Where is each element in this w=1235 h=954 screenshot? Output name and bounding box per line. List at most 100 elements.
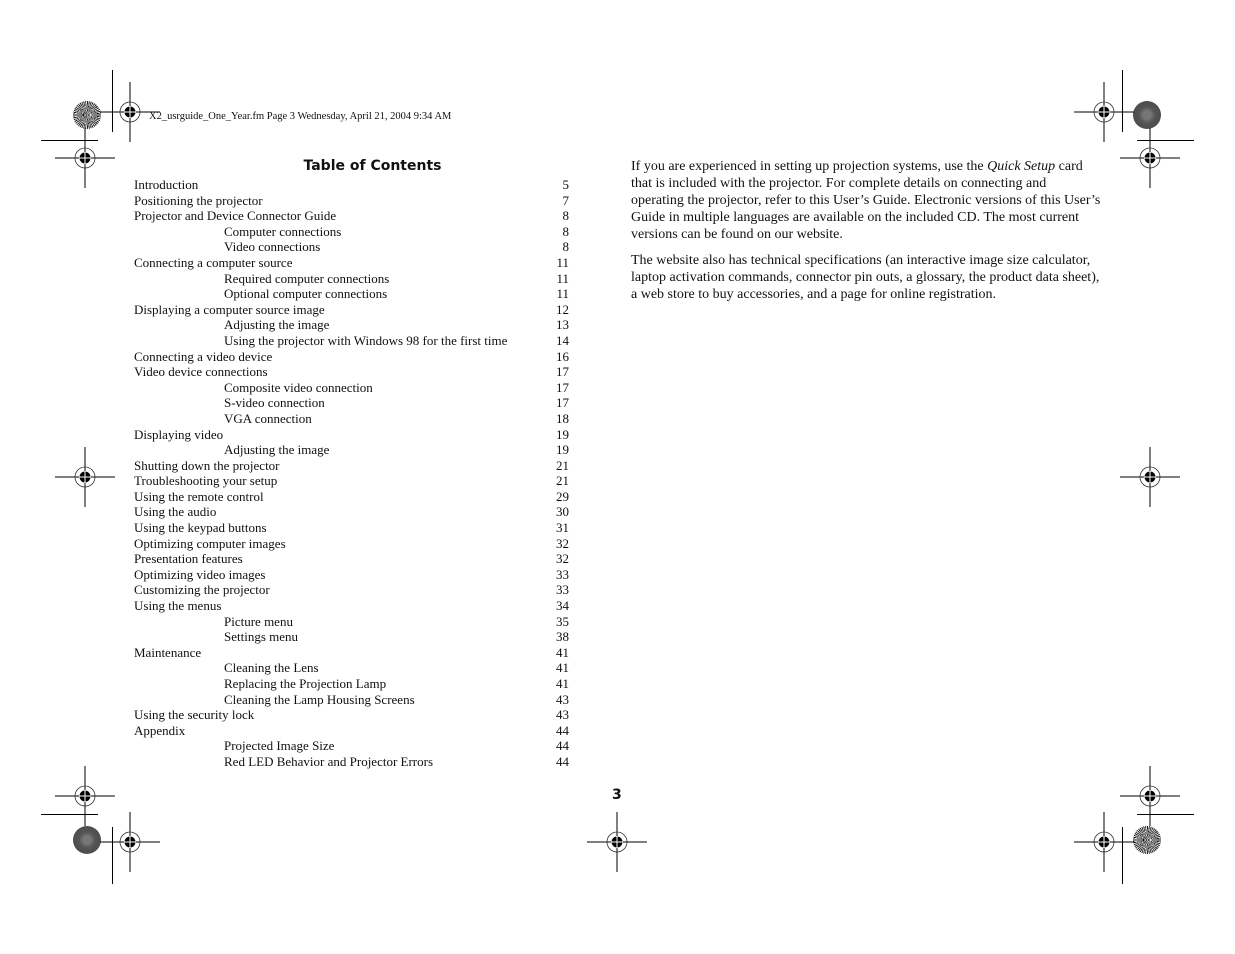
toc-entry[interactable]: Presentation features 32 — [134, 551, 574, 567]
toc-entry[interactable]: Connecting a video device 16 — [134, 349, 574, 365]
toc-entry-title: Adjusting the image — [224, 442, 330, 458]
toc-entry[interactable]: Troubleshooting your setup 21 — [134, 473, 574, 489]
toc-entry-page: 44 — [556, 753, 569, 769]
toc-entry-title: VGA connection — [224, 410, 312, 426]
toc-entry[interactable]: Video device connections 17 — [134, 364, 574, 380]
toc-entry-page: 41 — [556, 676, 569, 691]
toc-entry-page: 17 — [556, 395, 569, 411]
toc-entry[interactable]: Displaying video 19 — [134, 427, 574, 443]
toc-entry-title: Using the menus — [134, 598, 222, 614]
toc-entry[interactable]: Maintenance 41 — [134, 645, 574, 661]
toc-entry[interactable]: Positioning the projector 7 — [134, 193, 574, 209]
toc-entry-title: Using the projector with Windows 98 for … — [224, 332, 508, 348]
toc-entry-page: 31 — [556, 520, 569, 536]
quick-setup-reference: Quick Setup — [987, 159, 1056, 174]
toc-entry-title: Cleaning the Lamp Housing Screens — [224, 691, 415, 707]
toc-entry-title: Shutting down the projector — [134, 457, 280, 473]
toc-entry[interactable]: Replacing the Projection Lamp 41 — [134, 676, 574, 692]
toc-entry[interactable]: Optimizing computer images 32 — [134, 536, 574, 552]
toc-entry[interactable]: Using the menus 34 — [134, 598, 574, 614]
toc-entry-title: Connecting a video device — [134, 348, 273, 364]
toc-entry[interactable]: Composite video connection 17 — [134, 380, 574, 396]
toc-entry[interactable]: Optimizing video images 33 — [134, 567, 574, 583]
toc-entry-title: Replacing the Projection Lamp — [224, 676, 387, 691]
intro-paragraph-1: If you are experienced in setting up pro… — [631, 158, 1101, 243]
page-number: 3 — [612, 787, 622, 803]
toc-entry-page: 14 — [556, 332, 569, 348]
toc-entry[interactable]: Using the audio 30 — [134, 504, 574, 520]
file-slug-header: X2_usrguide_One_Year.fm Page 3 Wednesday… — [149, 111, 452, 122]
toc-entry[interactable]: Adjusting the image 19 — [134, 442, 574, 458]
toc-entry-title: Cleaning the Lens — [224, 660, 319, 676]
toc-entry[interactable]: Projector and Device Connector Guide 8 — [134, 208, 574, 224]
toc-entry[interactable]: Cleaning the Lens 41 — [134, 660, 574, 676]
toc-entry[interactable]: Introduction 5 — [134, 177, 574, 193]
toc-entry[interactable]: Red LED Behavior and Projector Errors 44 — [134, 754, 574, 770]
toc-entry[interactable]: Computer connections 8 — [134, 224, 574, 240]
toc-entry-title: Video connections — [224, 239, 321, 255]
toc-entry-page: 12 — [556, 301, 569, 317]
toc-entry-page: 44 — [556, 738, 569, 754]
toc-entry[interactable]: VGA connection 18 — [134, 411, 574, 427]
toc-entry[interactable]: Settings menu 38 — [134, 629, 574, 645]
toc-entry[interactable]: Shutting down the projector 21 — [134, 458, 574, 474]
toc-entry-page: 17 — [556, 379, 569, 395]
toc-entry[interactable]: Picture menu 35 — [134, 614, 574, 630]
toc-entry-title: Settings menu — [224, 629, 299, 645]
toc-entry-title: Projected Image Size — [224, 738, 335, 754]
toc-entry[interactable]: Using the keypad buttons 31 — [134, 520, 574, 536]
toc-entry-page: 21 — [556, 473, 569, 489]
toc-entry-title: Using the keypad buttons — [134, 520, 267, 536]
toc-entry[interactable]: Using the projector with Windows 98 for … — [134, 333, 574, 349]
toc-entry[interactable]: Appendix 44 — [134, 723, 574, 739]
toc-entry-page: 7 — [562, 192, 570, 208]
table-of-contents: Introduction 5 Positioning the projector 7 P… — [134, 177, 574, 770]
toc-entry[interactable]: Displaying a computer source image 12 — [134, 302, 574, 318]
toc-entry-page: 8 — [562, 223, 570, 239]
toc-entry-title: Projector and Device Connector Guide — [134, 208, 337, 224]
toc-entry-page: 11 — [556, 254, 569, 270]
toc-entry-title: Composite video connection — [224, 379, 373, 395]
toc-entry-title: Introduction — [134, 177, 199, 192]
toc-entry[interactable]: S-video connection 17 — [134, 395, 574, 411]
toc-entry-title: Displaying video — [134, 426, 224, 442]
toc-entry-page: 11 — [556, 270, 569, 286]
toc-entry-page: 34 — [556, 598, 569, 614]
toc-entry-page: 8 — [562, 208, 570, 224]
toc-entry[interactable]: Using the security lock 43 — [134, 707, 574, 723]
toc-entry-title: S-video connection — [224, 395, 325, 411]
toc-entry-title: Adjusting the image — [224, 317, 330, 333]
toc-entry-page: 41 — [556, 660, 569, 676]
toc-entry-page: 18 — [556, 410, 569, 426]
toc-entry[interactable]: Optional computer connections 11 — [134, 286, 574, 302]
toc-entry-page: 13 — [556, 317, 569, 333]
toc-entry-page: 16 — [556, 348, 569, 364]
toc-entry-page: 43 — [556, 691, 569, 707]
toc-entry[interactable]: Required computer connections 11 — [134, 271, 574, 287]
toc-entry[interactable]: Using the remote control 29 — [134, 489, 574, 505]
toc-entry[interactable]: Projected Image Size 44 — [134, 738, 574, 754]
toc-entry-page: 19 — [556, 426, 569, 442]
toc-entry-page: 19 — [556, 442, 569, 458]
toc-entry-page: 44 — [556, 722, 569, 738]
toc-entry-title: Red LED Behavior and Projector Errors — [224, 753, 434, 769]
toc-entry-page: 33 — [556, 566, 569, 582]
toc-entry[interactable]: Connecting a computer source 11 — [134, 255, 574, 271]
toc-entry-title: Optimizing computer images — [134, 535, 286, 551]
toc-entry-title: Appendix — [134, 722, 186, 738]
intro-paragraph-2: The website also has technical specifica… — [631, 253, 1100, 302]
toc-entry[interactable]: Adjusting the image 13 — [134, 317, 574, 333]
toc-title: Table of Contents — [303, 158, 442, 174]
toc-entry[interactable]: Customizing the projector 33 — [134, 582, 574, 598]
toc-entry[interactable]: Cleaning the Lamp Housing Screens 43 — [134, 692, 574, 708]
toc-entry-title: Optimizing video images — [134, 566, 266, 582]
toc-entry-title: Maintenance — [134, 644, 202, 660]
toc-entry-title: Connecting a computer source — [134, 254, 293, 270]
toc-entry[interactable]: Video connections 8 — [134, 239, 574, 255]
toc-entry-page: 21 — [556, 457, 569, 473]
toc-entry-page: 30 — [556, 504, 569, 520]
toc-entry-page: 32 — [556, 551, 569, 567]
toc-entry-title: Using the remote control — [134, 488, 264, 504]
toc-entry-page: 8 — [562, 239, 570, 255]
toc-entry-title: Video device connections — [134, 364, 268, 380]
